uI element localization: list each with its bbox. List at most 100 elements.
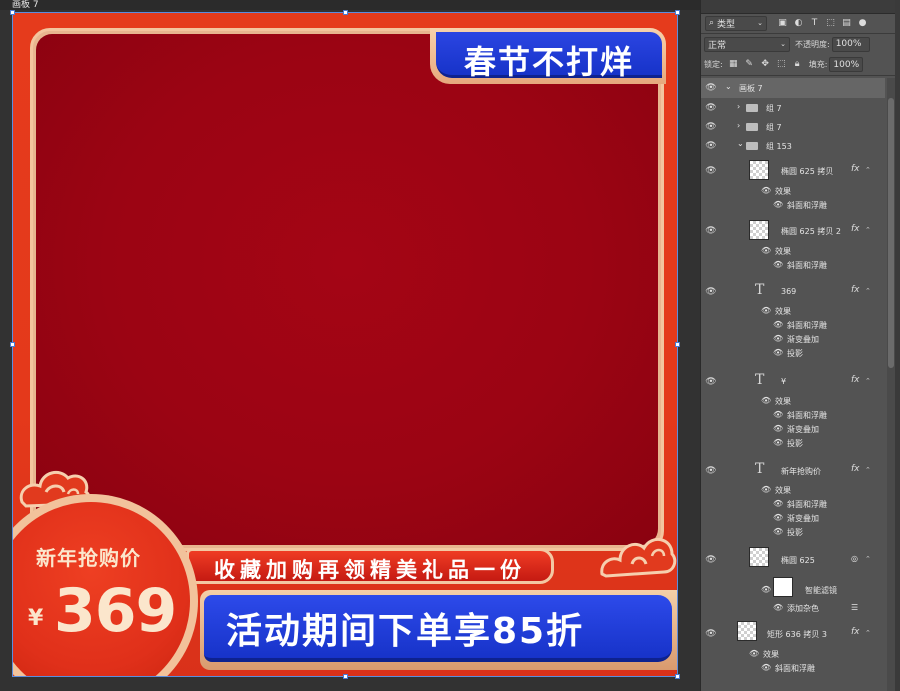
visibility-eye-icon[interactable]: 👁︎ bbox=[705, 166, 717, 176]
lock-pixels-icon[interactable]: ✎ bbox=[744, 59, 755, 70]
filter-type-select[interactable]: ⌕ 类型 ⌄ bbox=[705, 15, 767, 31]
layer-shape[interactable]: 👁︎ 椭圆 625 拷贝 2 fx ⌃ 👁︎ 效果 👁︎ 斜面和浮雕 bbox=[701, 214, 885, 274]
chevron-up-icon[interactable]: ⌃ bbox=[865, 555, 871, 563]
visibility-eye-icon[interactable]: 👁︎ bbox=[705, 83, 717, 93]
effect-eye-icon[interactable]: 👁︎ bbox=[773, 603, 783, 612]
effect-eye-icon[interactable]: 👁︎ bbox=[773, 527, 783, 536]
smart-object-filter-icon[interactable]: ▤ bbox=[841, 18, 852, 29]
shape-filter-icon[interactable]: ⬚ bbox=[825, 18, 836, 29]
effects-eye-icon[interactable]: 👁︎ bbox=[761, 186, 771, 195]
fill-label: 填充: bbox=[808, 60, 828, 69]
pixel-filter-icon[interactable]: ▣ bbox=[777, 18, 788, 29]
visibility-eye-icon[interactable]: 👁︎ bbox=[705, 141, 717, 151]
effect-eye-icon[interactable]: 👁︎ bbox=[773, 348, 783, 357]
visibility-eye-icon[interactable]: 👁︎ bbox=[705, 226, 717, 236]
layer-name: ¥ bbox=[781, 377, 787, 386]
fx-icon[interactable]: fx bbox=[851, 224, 860, 234]
visibility-eye-icon[interactable]: 👁︎ bbox=[705, 287, 717, 297]
layer-text[interactable]: 👁︎ T ¥ fx ⌃ 👁︎ 效果 👁︎ 斜面和浮雕 👁︎ 渐变叠加 👁︎ 投影 bbox=[701, 364, 885, 453]
layer-filter-row: ⌕ 类型 ⌄ ▣ ◐ T ⬚ ▤ ● bbox=[701, 14, 885, 32]
effect-bevel-emboss: 斜面和浮雕 bbox=[775, 664, 815, 673]
effects-eye-icon[interactable]: 👁︎ bbox=[749, 649, 759, 658]
chevron-up-icon[interactable]: ⌃ bbox=[865, 166, 871, 174]
disclosure-chevron-icon[interactable]: ⌄ bbox=[725, 82, 732, 91]
transform-handle[interactable] bbox=[10, 10, 15, 15]
disclosure-chevron-icon[interactable]: › bbox=[737, 121, 740, 130]
visibility-eye-icon[interactable]: 👁︎ bbox=[705, 629, 717, 639]
transform-handle[interactable] bbox=[675, 674, 680, 679]
visibility-eye-icon[interactable]: 👁︎ bbox=[705, 555, 717, 565]
effect-eye-icon[interactable]: 👁︎ bbox=[773, 499, 783, 508]
effect-eye-icon[interactable]: 👁︎ bbox=[761, 663, 771, 672]
lock-artboard-icon[interactable]: ⬚ bbox=[776, 59, 787, 70]
effect-bevel-emboss: 斜面和浮雕 bbox=[787, 201, 827, 210]
photoshop-window: 画板 7 春节不打烊 收藏加购再领精美礼品一份 活动期间下单享85折 新年抢购价… bbox=[0, 0, 900, 691]
effect-bevel-emboss: 斜面和浮雕 bbox=[787, 261, 827, 270]
chevron-up-icon[interactable]: ⌃ bbox=[865, 377, 871, 385]
layer-text[interactable]: 👁︎ T 369 fx ⌃ 👁︎ 效果 👁︎ 斜面和浮雕 👁︎ 渐变叠加 👁︎ … bbox=[701, 274, 885, 364]
disclosure-chevron-icon[interactable]: ⌄ bbox=[737, 139, 744, 148]
effect-eye-icon[interactable]: 👁︎ bbox=[773, 410, 783, 419]
effects-eye-icon[interactable]: 👁︎ bbox=[761, 485, 771, 494]
chevron-up-icon[interactable]: ⌃ bbox=[865, 629, 871, 637]
lock-all-icon[interactable]: 🔒︎ bbox=[792, 59, 803, 70]
chevron-up-icon[interactable]: ⌃ bbox=[865, 466, 871, 474]
layer-artboard[interactable]: 👁︎ ⌄ 画板 7 bbox=[701, 78, 885, 98]
effect-eye-icon[interactable]: 👁︎ bbox=[773, 424, 783, 433]
layer-smart-object[interactable]: 👁︎ 椭圆 625 ◎ ⌃ 👁︎ 智能滤镜 👁︎ 添加杂色 ☰ bbox=[701, 543, 885, 617]
chevron-up-icon[interactable]: ⌃ bbox=[865, 226, 871, 234]
layer-shape[interactable]: 👁︎ 矩形 636 拷贝 3 fx ⌃ 👁︎ 效果 👁︎ 斜面和浮雕 bbox=[701, 617, 885, 677]
document-tab-title[interactable]: 画板 7 bbox=[12, 0, 39, 10]
filter-toggle-icon[interactable]: ● bbox=[857, 18, 868, 29]
fx-icon[interactable]: fx bbox=[851, 627, 860, 637]
effect-eye-icon[interactable]: 👁︎ bbox=[773, 260, 783, 269]
visibility-eye-icon[interactable]: 👁︎ bbox=[705, 377, 717, 387]
fill-input[interactable]: 100% bbox=[829, 57, 864, 72]
ribbon-bottom-inner: 活动期间下单享85折 bbox=[204, 595, 672, 662]
transform-handle[interactable] bbox=[10, 342, 15, 347]
blend-mode-select[interactable]: 正常 ⌄ bbox=[704, 36, 790, 52]
visibility-eye-icon[interactable]: 👁︎ bbox=[705, 466, 717, 476]
layer-group[interactable]: 👁︎ ⌄ 组 153 bbox=[701, 136, 885, 155]
effects-eye-icon[interactable]: 👁︎ bbox=[761, 246, 771, 255]
artboard[interactable]: 春节不打烊 收藏加购再领精美礼品一份 活动期间下单享85折 新年抢购价 ¥ 36… bbox=[12, 12, 678, 677]
layers-scrollbar[interactable] bbox=[887, 78, 895, 691]
scrollbar-thumb[interactable] bbox=[888, 98, 894, 368]
layer-name: 组 7 bbox=[766, 123, 782, 132]
layer-thumbnail bbox=[749, 220, 769, 240]
disclosure-chevron-icon[interactable]: › bbox=[737, 102, 740, 111]
adjustment-filter-icon[interactable]: ◐ bbox=[793, 18, 804, 29]
fx-icon[interactable]: fx bbox=[851, 375, 860, 385]
lock-position-icon[interactable]: ✥ bbox=[760, 59, 771, 70]
effects-eye-icon[interactable]: 👁︎ bbox=[761, 396, 771, 405]
effect-eye-icon[interactable]: 👁︎ bbox=[773, 438, 783, 447]
transform-handle[interactable] bbox=[343, 674, 348, 679]
effect-eye-icon[interactable]: 👁︎ bbox=[773, 320, 783, 329]
layer-group[interactable]: 👁︎ › 组 7 bbox=[701, 98, 885, 117]
effects-eye-icon[interactable]: 👁︎ bbox=[761, 306, 771, 315]
layer-text[interactable]: 👁︎ T 新年抢购价 fx ⌃ 👁︎ 效果 👁︎ 斜面和浮雕 👁︎ 渐变叠加 👁… bbox=[701, 453, 885, 543]
visibility-eye-icon[interactable]: 👁︎ bbox=[705, 122, 717, 132]
fx-icon[interactable]: fx bbox=[851, 464, 860, 474]
folder-icon bbox=[746, 104, 758, 112]
filter-options-icon[interactable]: ☰ bbox=[851, 603, 858, 612]
fx-icon[interactable]: fx bbox=[851, 164, 860, 174]
transform-handle[interactable] bbox=[675, 342, 680, 347]
visibility-eye-icon[interactable]: 👁︎ bbox=[705, 103, 717, 113]
effect-eye-icon[interactable]: 👁︎ bbox=[773, 513, 783, 522]
effect-eye-icon[interactable]: 👁︎ bbox=[773, 200, 783, 209]
effect-eye-icon[interactable]: 👁︎ bbox=[773, 334, 783, 343]
ribbon-top-text: 收藏加购再领精美礼品一份 bbox=[214, 558, 526, 582]
lock-transparency-icon[interactable]: ▦ bbox=[728, 59, 739, 70]
chevron-down-icon: ⌄ bbox=[757, 19, 763, 27]
layer-shape[interactable]: 👁︎ 椭圆 625 拷贝 fx ⌃ 👁︎ 效果 👁︎ 斜面和浮雕 bbox=[701, 156, 885, 214]
effects-eye-icon[interactable]: 👁︎ bbox=[761, 585, 771, 594]
ribbon-bottom-text: 活动期间下单享85折 bbox=[226, 611, 585, 652]
opacity-input[interactable]: 100% bbox=[831, 36, 870, 52]
transform-handle[interactable] bbox=[675, 10, 680, 15]
fx-icon[interactable]: fx bbox=[851, 285, 860, 295]
transform-handle[interactable] bbox=[343, 10, 348, 15]
layer-group[interactable]: 👁︎ › 组 7 bbox=[701, 117, 885, 136]
type-filter-icon[interactable]: T bbox=[809, 18, 820, 29]
chevron-up-icon[interactable]: ⌃ bbox=[865, 287, 871, 295]
